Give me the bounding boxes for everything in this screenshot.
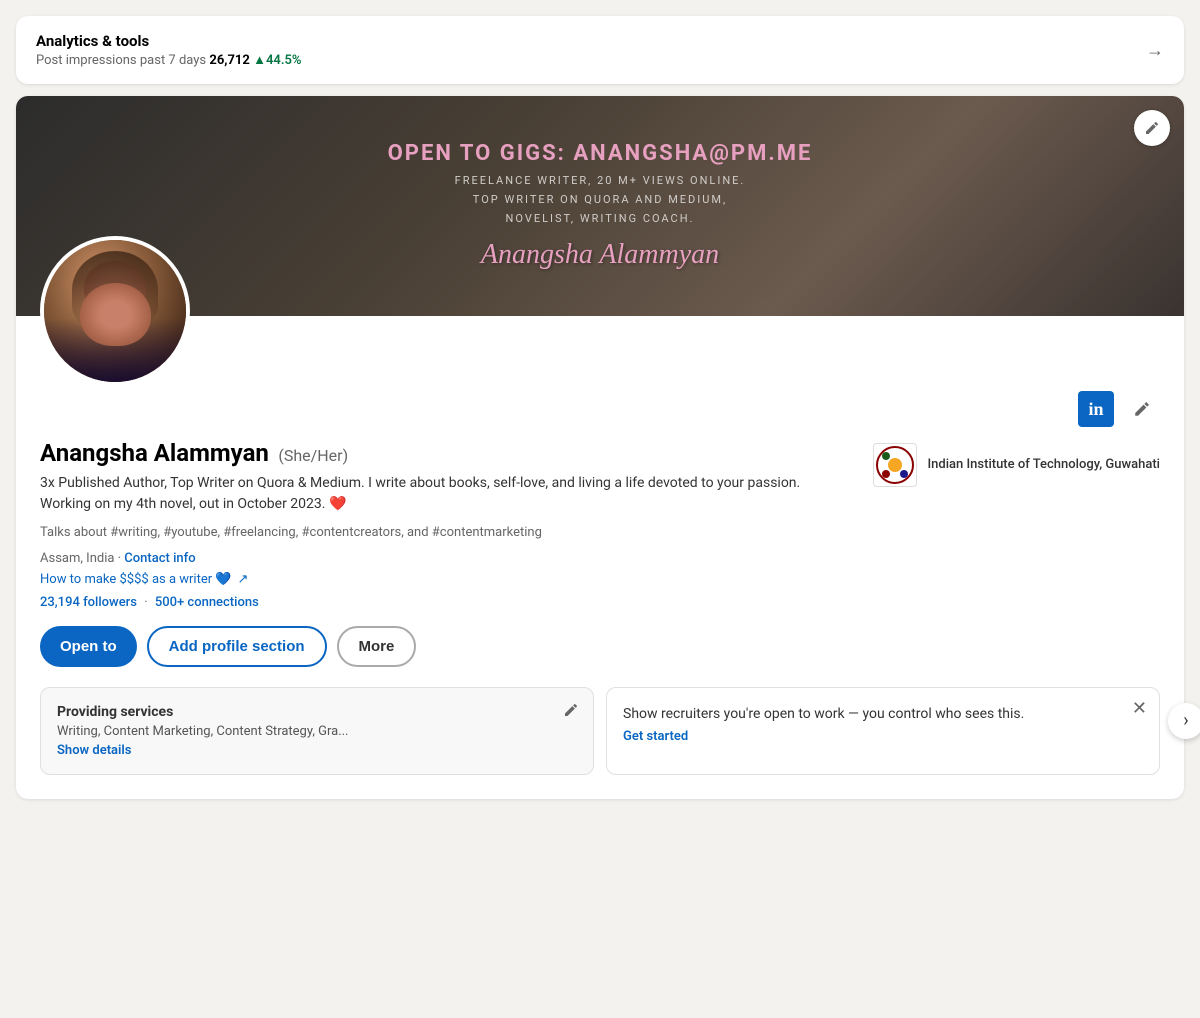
add-profile-section-button[interactable]: Add profile section [147,626,327,667]
recruiter-close-button[interactable]: ✕ [1132,698,1147,719]
analytics-title: Analytics & tools [36,32,302,50]
profile-name-row: Anangsha Alammyan (She/Her) [40,439,849,467]
external-link-icon: ↗ [238,572,249,587]
school-info: Indian Institute of Technology, Guwahati [873,443,1160,487]
top-actions: in [40,391,1160,427]
analytics-growth: ▲44.5% [253,53,301,68]
profile-location: Assam, India · Contact info [40,551,849,566]
action-buttons: Open to Add profile section More [40,626,849,667]
profile-stats: 23,194 followers · 500+ connections [40,595,849,610]
show-details-link[interactable]: Show details [57,743,577,758]
cover-image: OPEN TO GIGS: ANANGSHA@PM.ME FREELANCE W… [16,96,1184,316]
cover-edit-button[interactable] [1134,110,1170,146]
services-edit-button[interactable] [563,702,579,722]
cover-main-text: OPEN TO GIGS: ANANGSHA@PM.ME [388,141,813,166]
open-to-button[interactable]: Open to [40,626,137,667]
followers-link[interactable]: 23,194 followers [40,595,137,610]
profile-body: in Anangsha Alammyan (She/Her) 3x Pu [16,316,1184,799]
profile-right: Indian Institute of Technology, Guwahati [873,439,1160,487]
profile-pronouns: (She/Her) [278,446,348,465]
avatar-image [44,240,186,382]
services-card: Providing services Writing, Content Mark… [40,687,594,775]
pencil-icon [1144,120,1160,136]
recruiter-title: Show recruiters you're open to work — yo… [623,704,1143,725]
cover-overlay: OPEN TO GIGS: ANANGSHA@PM.ME FREELANCE W… [368,121,833,290]
cover-sub-text: FREELANCE WRITER, 20 M+ VIEWS ONLINE. TO… [388,172,813,228]
scroll-right-button[interactable]: › [1168,703,1200,739]
profile-main: Anangsha Alammyan (She/Her) 3x Published… [40,439,1160,667]
website-link[interactable]: How to make $$$$ as a writer 💙 [40,572,232,587]
more-button[interactable]: More [337,626,417,667]
services-description: Writing, Content Marketing, Content Stra… [57,724,577,739]
edit-icon [1133,400,1151,418]
analytics-card: Analytics & tools Post impressions past … [16,16,1184,84]
avatar-wrapper [40,236,190,386]
heart-emoji: ❤️ [329,496,346,512]
services-edit-icon [563,702,579,718]
school-name: Indian Institute of Technology, Guwahati [927,456,1160,474]
services-title: Providing services [57,704,577,720]
cover-signature: Anangsha Alammyan [388,239,813,271]
avatar[interactable] [40,236,190,386]
profile-left: Anangsha Alammyan (She/Her) 3x Published… [40,439,849,667]
analytics-arrow[interactable]: → [1146,40,1164,61]
contact-info-link[interactable]: Contact info [124,551,195,566]
get-started-link[interactable]: Get started [623,729,1143,744]
recruiter-card: Show recruiters you're open to work — yo… [606,687,1160,775]
profile-website: How to make $$$$ as a writer 💙 ↗ [40,572,849,587]
bottom-cards: Providing services Writing, Content Mark… [40,687,1160,775]
analytics-count: 26,712 [209,53,250,68]
profile-card: OPEN TO GIGS: ANANGSHA@PM.ME FREELANCE W… [16,96,1184,799]
profile-tags: Talks about #writing, #youtube, #freelan… [40,523,849,543]
edit-profile-button[interactable] [1124,391,1160,427]
connections-link[interactable]: 500+ connections [155,595,259,610]
profile-headline: 3x Published Author, Top Writer on Quora… [40,473,849,515]
analytics-info: Analytics & tools Post impressions past … [36,32,302,68]
linkedin-badge-button[interactable]: in [1078,391,1114,427]
profile-name: Anangsha Alammyan [40,439,269,467]
analytics-subtitle: Post impressions past 7 days 26,712 ▲44.… [36,52,302,68]
school-logo[interactable] [873,443,917,487]
